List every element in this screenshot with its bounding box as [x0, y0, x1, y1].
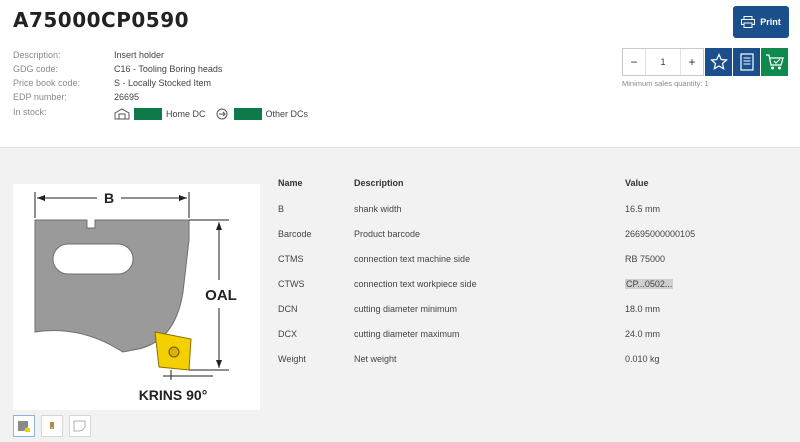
printer-icon [741, 16, 756, 28]
product-details: B OAL KRINS 90° Name Description Value B… [0, 147, 800, 442]
cell-value: RB 75000 [625, 254, 666, 264]
quantity-stepper: − 1 + [622, 48, 704, 76]
cell-description: Product barcode [354, 229, 421, 239]
table-row: Weight Net weight 0.010 kg [278, 354, 778, 368]
info-row-price-book-code: Price book code: S - Locally Stocked Ite… [13, 78, 413, 92]
quantity-increment-button[interactable]: + [681, 49, 703, 75]
thumbnail-photo[interactable] [41, 415, 63, 437]
cell-description: shank width [354, 204, 402, 214]
print-label: Print [760, 17, 781, 27]
cell-name: Barcode [278, 229, 312, 239]
other-dcs-label: Other DCs [265, 109, 309, 119]
cell-description: cutting diameter minimum [354, 304, 458, 314]
home-dc-label: Home DC [166, 109, 206, 119]
info-value: S - Locally Stocked Item [114, 78, 212, 88]
thumbnail-drawing[interactable] [13, 415, 35, 437]
cell-description: Net weight [354, 354, 397, 364]
quantity-decrement-button[interactable]: − [623, 49, 645, 75]
cell-value: 24.0 mm [625, 329, 661, 339]
add-to-cart-button[interactable] [761, 48, 788, 76]
cell-name: DCX [278, 329, 298, 339]
table-row: CTMS connection text machine side RB 750… [278, 254, 778, 268]
column-header-name: Name [278, 178, 303, 188]
print-button[interactable]: Print [733, 6, 789, 38]
other-dc-warehouse-icon [216, 108, 228, 120]
image-thumbnails [13, 415, 97, 437]
home-dc-stock-bar [134, 108, 162, 120]
info-label: In stock: [13, 107, 47, 117]
favorite-star-icon [709, 53, 728, 71]
column-header-description: Description [354, 178, 404, 188]
dim-oal-label: OAL [205, 287, 237, 304]
cart-icon [765, 54, 784, 70]
info-value: 26695 [114, 92, 140, 102]
dim-b-label: B [104, 190, 114, 206]
table-row: DCN cutting diameter minimum 18.0 mm [278, 304, 778, 318]
cell-name: Weight [278, 354, 306, 364]
info-value: Insert holder [114, 50, 165, 60]
cell-value: 16.5 mm [625, 204, 661, 214]
photo-thumbnail-icon [50, 422, 54, 429]
info-label: Description: [13, 50, 61, 60]
dim-krins-label: KRINS 90° [139, 387, 208, 403]
cell-name: CTWS [278, 279, 305, 289]
list-icon [739, 53, 754, 71]
warehouse-icon [114, 108, 130, 120]
minimum-sales-quantity: Minimum sales quantity: 1 [622, 79, 709, 88]
stock-indicators: Home DC Other DCs [114, 107, 316, 121]
page-title: A75000CP0590 [13, 8, 190, 32]
info-value: C16 - Tooling Boring heads [114, 64, 223, 74]
cell-value: 0.010 kg [625, 354, 660, 364]
add-to-list-button[interactable] [733, 48, 760, 76]
table-row: CTWS connection text workpiece side CP..… [278, 279, 778, 293]
cell-value: 18.0 mm [625, 304, 661, 314]
cell-name: B [278, 204, 285, 214]
cell-description: connection text machine side [354, 254, 471, 264]
outline-thumbnail-icon [73, 420, 86, 432]
cell-value: CP...0502... [625, 279, 674, 289]
thumbnail-outline[interactable] [69, 415, 91, 437]
add-to-favorites-button[interactable] [705, 48, 732, 76]
cell-description: connection text workpiece side [354, 279, 477, 289]
quantity-input[interactable]: 1 [645, 49, 681, 75]
table-row: DCX cutting diameter maximum 24.0 mm [278, 329, 778, 343]
other-dcs-stock-bar [233, 108, 262, 120]
info-row-in-stock: In stock: Home DC Other DCs [13, 107, 413, 123]
info-row-edp-number: EDP number: 26695 [13, 92, 413, 106]
cell-description: cutting diameter maximum [354, 329, 460, 339]
cell-name: DCN [278, 304, 298, 314]
cell-value: 26695000000105 [625, 229, 696, 239]
product-header: A75000CP0590 Description: Insert holder … [0, 0, 800, 147]
technical-drawing: B OAL KRINS 90° [34, 190, 237, 403]
table-row: Barcode Product barcode 26695000000105 [278, 229, 778, 243]
table-row: B shank width 16.5 mm [278, 204, 778, 218]
info-label: EDP number: [13, 92, 67, 102]
column-header-value: Value [625, 178, 649, 188]
info-label: Price book code: [13, 78, 81, 88]
info-row-gdg-code: GDG code: C16 - Tooling Boring heads [13, 64, 413, 78]
info-row-description: Description: Insert holder [13, 50, 413, 64]
cell-name: CTMS [278, 254, 304, 264]
info-label: GDG code: [13, 64, 59, 74]
drawing-thumbnail-icon [18, 421, 30, 432]
product-drawing: B OAL KRINS 90° [13, 184, 260, 410]
